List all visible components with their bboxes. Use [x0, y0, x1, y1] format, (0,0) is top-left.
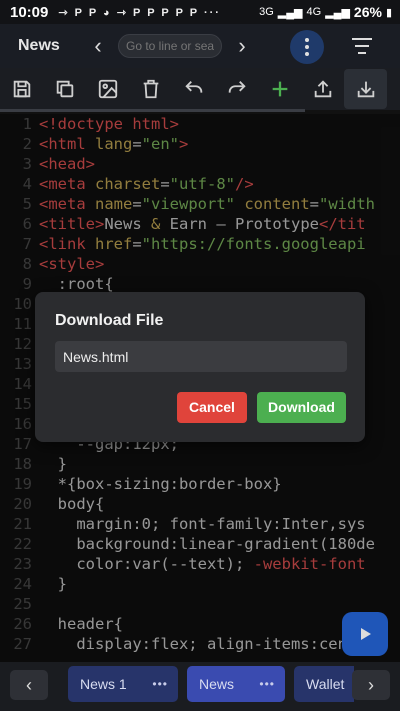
- tab-news[interactable]: News •••: [187, 666, 285, 702]
- image-icon[interactable]: [86, 69, 129, 109]
- signal-icon: ▂▄▆: [277, 6, 303, 19]
- download-button[interactable]: Download: [257, 392, 346, 423]
- network-indicator-1: 3G: [259, 6, 274, 18]
- tab-label: Wallet: [306, 676, 345, 692]
- chevron-left-icon[interactable]: ‹: [78, 33, 118, 59]
- file-tab-bar: ‹ News 1 ••• News ••• Wallet ›: [0, 662, 400, 711]
- undo-icon[interactable]: [172, 69, 215, 109]
- dialog-title: Download File: [55, 312, 164, 329]
- tab-label: News: [199, 676, 235, 692]
- tab-prev-button[interactable]: ‹: [10, 670, 48, 700]
- tab-next-button[interactable]: ›: [352, 670, 390, 700]
- signal-icon: ▂▄▆: [325, 6, 350, 19]
- app-bar: News ‹ ›: [0, 24, 400, 68]
- filename-input[interactable]: [55, 341, 347, 372]
- notification-icons: ⇾ P P ◕ ⇾ P P P P P ···: [58, 6, 221, 19]
- status-bar: 10:09 ⇾ P P ◕ ⇾ P P P P P ··· 3G ▂▄▆ 4G …: [0, 0, 400, 24]
- run-button[interactable]: [342, 612, 388, 656]
- network-indicator-2: 4G: [306, 6, 322, 18]
- tab-more-icon[interactable]: •••: [152, 666, 168, 702]
- redo-icon[interactable]: [215, 69, 258, 109]
- copy-icon[interactable]: [43, 69, 86, 109]
- delete-icon[interactable]: [129, 69, 172, 109]
- horizontal-scrollbar[interactable]: [0, 109, 305, 112]
- goto-line-input[interactable]: [118, 34, 222, 58]
- play-icon: [361, 628, 371, 640]
- add-icon[interactable]: [258, 69, 301, 109]
- tab-label: News 1: [80, 676, 127, 692]
- tab-wallet[interactable]: Wallet: [294, 666, 354, 702]
- cancel-button[interactable]: Cancel: [177, 392, 247, 423]
- editor-toolbar: [0, 68, 400, 110]
- upload-icon[interactable]: [301, 69, 344, 109]
- tab-news-1[interactable]: News 1 •••: [68, 666, 178, 702]
- save-icon[interactable]: [0, 69, 43, 109]
- page-title: News: [18, 37, 60, 54]
- more-options-button[interactable]: [290, 30, 324, 64]
- tab-more-icon[interactable]: •••: [259, 666, 275, 702]
- chevron-right-icon[interactable]: ›: [222, 33, 262, 59]
- battery-level: 26%: [353, 4, 382, 20]
- battery-icon: ▮: [385, 6, 392, 19]
- status-time: 10:09: [10, 3, 49, 21]
- menu-icon[interactable]: [352, 38, 372, 59]
- download-dialog: Download File Cancel Download: [35, 292, 365, 442]
- download-icon[interactable]: [344, 69, 387, 109]
